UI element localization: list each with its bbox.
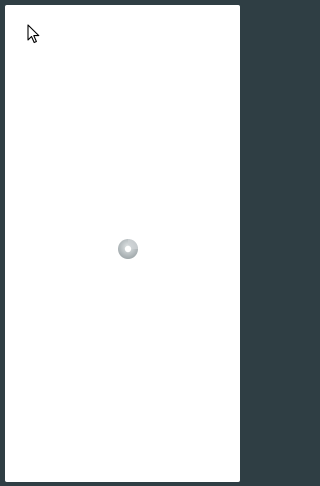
loading-spinner [117, 238, 139, 260]
arrow-pointer-icon [27, 24, 40, 44]
spinner-icon [118, 239, 138, 259]
app-window [5, 5, 240, 482]
